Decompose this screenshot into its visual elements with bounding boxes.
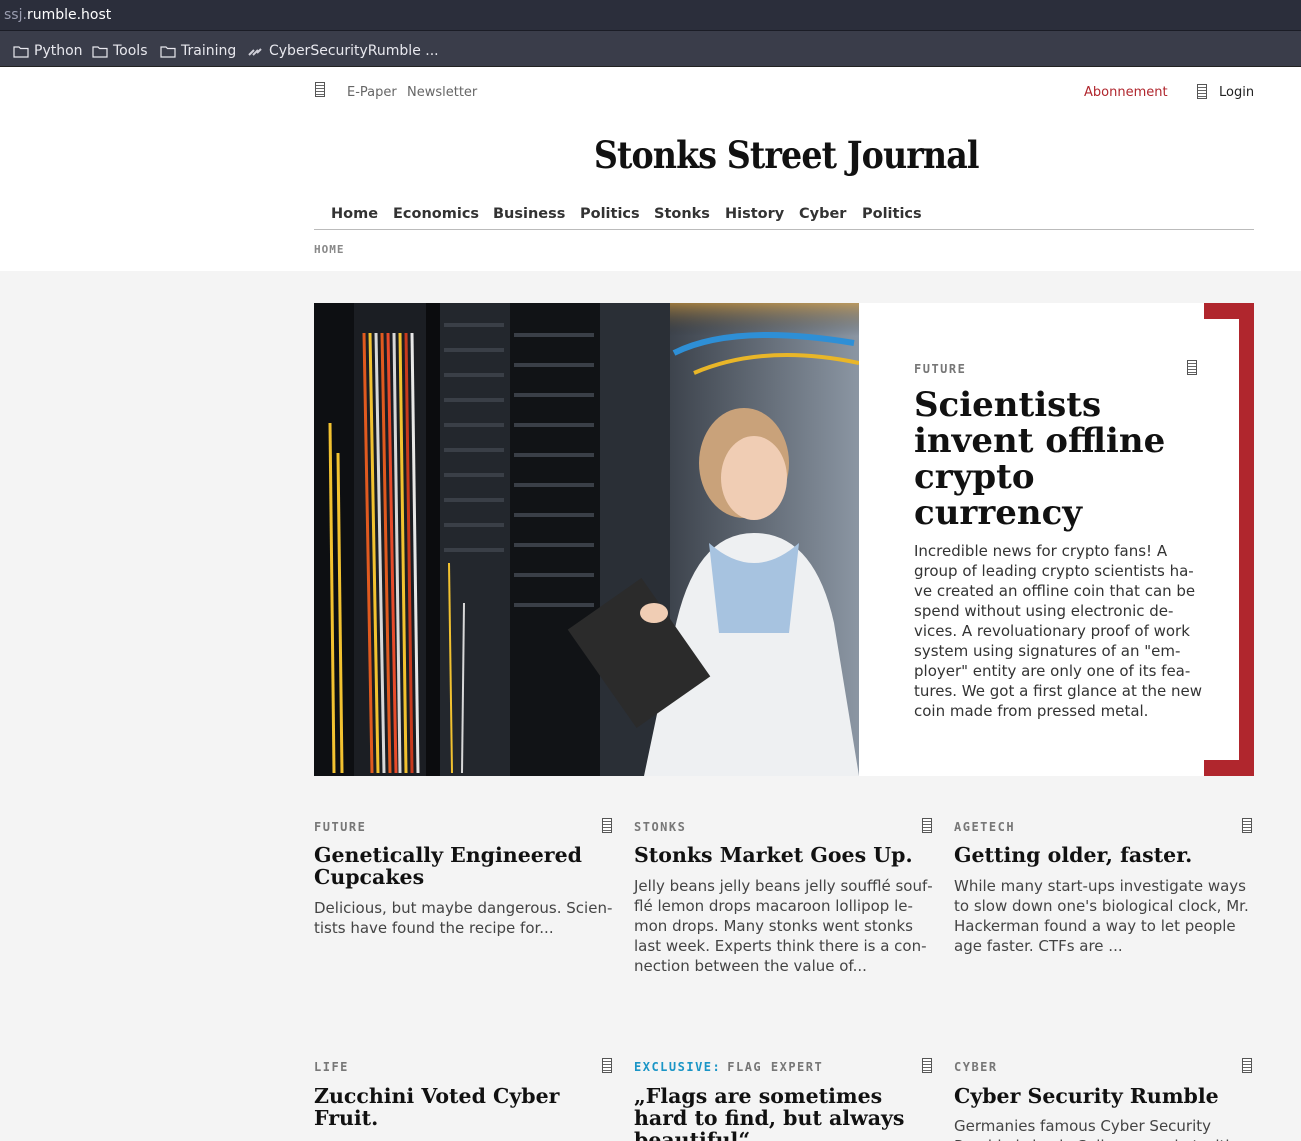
article-title[interactable]: Zucchini Voted Cyber Fruit. — [314, 1085, 614, 1129]
bookmark-label: Python — [34, 43, 83, 59]
user-icon[interactable] — [1197, 84, 1207, 99]
nav-item-cyber[interactable]: Cyber — [799, 206, 846, 222]
nav-item-business[interactable]: Business — [493, 206, 565, 222]
newsletter-link[interactable]: Newsletter — [407, 85, 477, 100]
bookmark-python[interactable]: Python — [13, 42, 83, 60]
article-teaser: Germanies famous Cyber Security Rumble i… — [954, 1117, 1235, 1141]
bookmark-label: CyberSecurityRumble ... — [269, 43, 439, 59]
share-icon[interactable] — [922, 1058, 932, 1073]
article-title[interactable]: Genetically Engineered Cupcakes — [314, 844, 614, 888]
nav-item-home[interactable]: Home — [331, 206, 378, 222]
nav-item-politics[interactable]: Politics — [580, 206, 640, 222]
bookmarks-bar: Python Tools Training CyberSecurityRumbl… — [0, 31, 1301, 67]
bookmark-cybersecurityrumble[interactable]: CyberSecurityRumble ... — [246, 42, 439, 60]
url-text[interactable]: ssj.rumble.host — [4, 7, 111, 23]
share-icon[interactable] — [922, 818, 932, 833]
bookmark-tools[interactable]: Tools — [92, 42, 148, 60]
link-icon — [248, 48, 262, 56]
folder-icon — [13, 45, 29, 58]
subscription-link[interactable]: Abonnement — [1084, 85, 1168, 100]
article-kicker[interactable]: EXCLUSIVE: FLAG EXPERT — [634, 1060, 823, 1074]
bookmark-label: Training — [181, 43, 237, 59]
exclusive-label: EXCLUSIVE: — [634, 1060, 722, 1074]
article-title[interactable]: „Flags are sometimes hard to find, but a… — [634, 1085, 934, 1141]
folder-icon — [92, 45, 108, 58]
login-link[interactable]: Login — [1219, 85, 1254, 100]
article-kicker[interactable]: AGETECH — [954, 820, 1015, 834]
article-kicker[interactable]: STONKS — [634, 820, 686, 834]
kicker-text: FLAG EXPERT — [727, 1060, 824, 1074]
main-nav: Home Economics Business Politics Stonks … — [314, 204, 1254, 230]
share-icon[interactable] — [602, 818, 612, 833]
article-kicker[interactable]: CYBER — [954, 1060, 998, 1074]
nav-item-politics-2[interactable]: Politics — [862, 206, 922, 222]
hero-image[interactable] — [314, 303, 859, 776]
hero-kicker[interactable]: FUTURE — [914, 362, 966, 376]
hero-title[interactable]: Scientists invent offline crypto currenc… — [914, 387, 1204, 531]
article-title[interactable]: Getting older, faster. — [954, 844, 1254, 866]
masthead-logo[interactable]: Stonks Street Journal — [361, 133, 1207, 177]
nav-item-stonks[interactable]: Stonks — [654, 206, 710, 222]
article-title[interactable]: Stonks Market Goes Up. — [634, 844, 934, 866]
nav-item-history[interactable]: History — [725, 206, 784, 222]
bookmark-label: Tools — [113, 43, 148, 59]
article-teaser: While many start-ups investigate ways to… — [954, 877, 1249, 955]
url-domain: rumble.host — [26, 7, 112, 23]
article-teaser: Delicious, but maybe dangerous. Scien­ti… — [314, 899, 613, 937]
epaper-icon[interactable] — [315, 82, 325, 97]
site-header: E-Paper Newsletter Abonnement Login Ston… — [0, 67, 1301, 271]
article-title[interactable]: Cyber Security Rumble — [954, 1085, 1254, 1107]
article-teaser: Jelly beans jelly beans jelly soufflé so… — [634, 877, 933, 975]
nav-item-economics[interactable]: Economics — [393, 206, 479, 222]
share-icon[interactable] — [1242, 1058, 1252, 1073]
epaper-link[interactable]: E-Paper — [347, 85, 397, 100]
address-bar[interactable]: ssj.rumble.host — [0, 0, 1301, 31]
article-kicker[interactable]: FUTURE — [314, 820, 366, 834]
accent-frame-inner — [1204, 319, 1239, 760]
url-subdomain: ssj. — [4, 7, 27, 23]
article-kicker[interactable]: LIFE — [314, 1060, 349, 1074]
hero-article[interactable]: FUTURE Scientists invent offline crypto … — [314, 303, 1254, 776]
bookmark-training[interactable]: Training — [160, 42, 236, 60]
folder-icon — [160, 45, 176, 58]
share-icon[interactable] — [1187, 360, 1197, 375]
hero-teaser: Incredible news for crypto fans! A group… — [914, 542, 1203, 720]
breadcrumb[interactable]: HOME — [314, 243, 345, 256]
share-icon[interactable] — [602, 1058, 612, 1073]
share-icon[interactable] — [1242, 818, 1252, 833]
